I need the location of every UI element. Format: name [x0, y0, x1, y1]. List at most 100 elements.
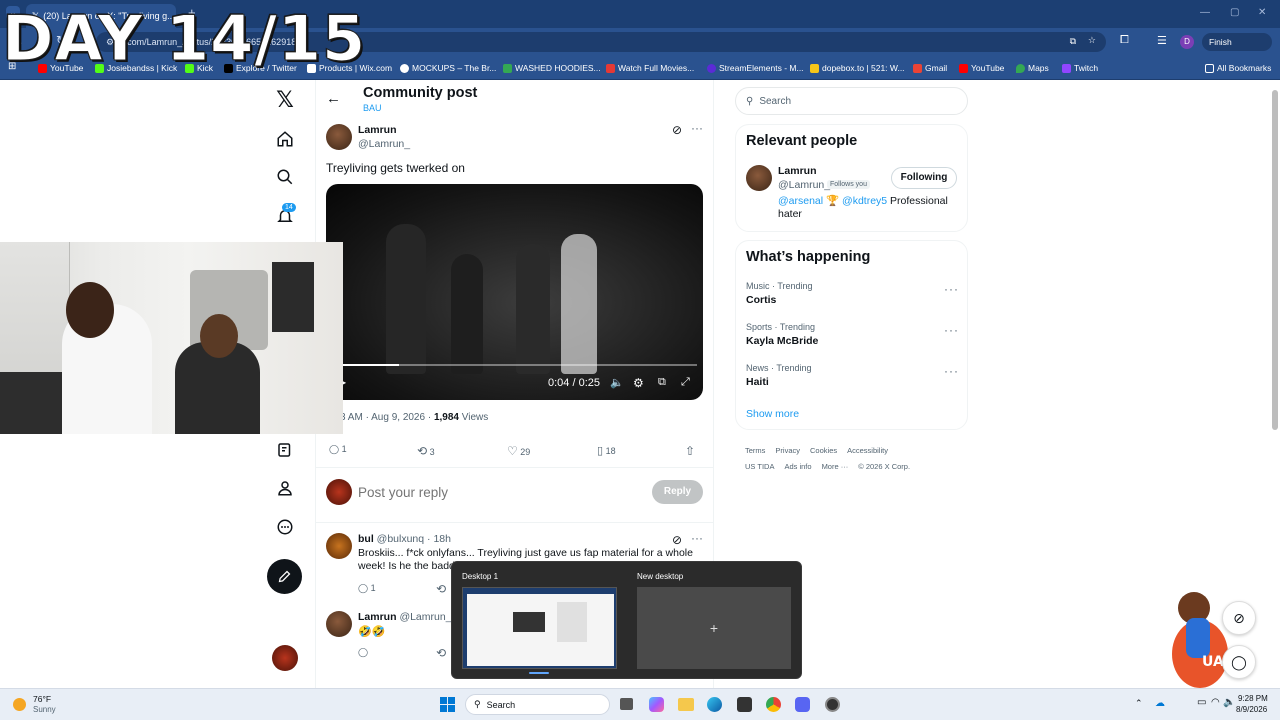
clock-time[interactable]: 9:28 PM	[1238, 694, 1268, 703]
reply-action[interactable]: ◯ 1	[329, 444, 347, 455]
notifications-bell-icon[interactable]: 14	[272, 203, 298, 229]
install-app-icon[interactable]: ⧉	[1070, 36, 1076, 47]
person-name[interactable]: Lamrun	[778, 165, 817, 177]
scrollbar-thumb[interactable]	[1272, 90, 1278, 430]
footer-more[interactable]: More ···	[822, 462, 849, 471]
page-scrollbar[interactable]	[1272, 82, 1278, 682]
reply-repost-icon[interactable]: ⟲	[436, 582, 446, 596]
taskbar-search[interactable]: ⚲ Search	[465, 694, 610, 715]
video-player[interactable]: ▶ 0:04 / 0:25 🔈 ⚙ ⧉ ⤢	[326, 184, 703, 400]
footer-cookies[interactable]: Cookies	[810, 446, 837, 455]
weather-temp[interactable]: 76°F	[33, 694, 51, 704]
footer-us-tida[interactable]: US TIDA	[745, 462, 774, 471]
reply-author-name[interactable]: bul	[358, 533, 374, 545]
maximize-window-button[interactable]: ▢	[1230, 7, 1239, 18]
bookmark-gmail[interactable]: Gmail	[913, 60, 947, 76]
reply-author-name[interactable]: Lamrun	[358, 611, 397, 623]
trend-name[interactable]: Kayla McBride	[746, 335, 818, 347]
discord-icon[interactable]	[795, 697, 810, 712]
share-icon[interactable]: ⇧	[685, 444, 695, 458]
more-circle-icon[interactable]	[272, 514, 298, 540]
footer-ads-info[interactable]: Ads info	[784, 462, 811, 471]
bookmark-washed[interactable]: WASHED HOODIES...	[503, 60, 601, 76]
store-icon[interactable]	[737, 697, 752, 712]
footer-accessibility[interactable]: Accessibility	[847, 446, 888, 455]
reply-avatar[interactable]	[326, 533, 352, 559]
repost-action[interactable]: ⟲ 3	[417, 444, 435, 458]
account-avatar[interactable]	[272, 645, 298, 671]
following-button[interactable]: Following	[891, 167, 957, 189]
bio-link-kdtrey5[interactable]: @kdtrey5	[842, 195, 887, 207]
x-logo-icon[interactable]: 𝕏	[272, 87, 298, 113]
chrome-icon[interactable]	[766, 697, 781, 712]
file-explorer-icon[interactable]	[678, 698, 694, 711]
fullscreen-icon[interactable]: ⤢	[681, 376, 690, 389]
grok-icon[interactable]: ⊘	[672, 533, 682, 547]
show-more-link[interactable]: Show more	[746, 408, 799, 420]
trend-more-icon[interactable]: ···	[944, 282, 959, 296]
home-icon[interactable]	[272, 126, 298, 152]
person-handle[interactable]: @Lamrun_	[778, 179, 830, 191]
trend-name[interactable]: Cortis	[746, 294, 776, 306]
tray-chevron-icon[interactable]: ⌃	[1135, 698, 1143, 709]
trend-name[interactable]: Haiti	[746, 376, 769, 388]
search-icon[interactable]	[272, 164, 298, 190]
reply-more-icon[interactable]: ···	[691, 531, 703, 545]
tray-onedrive-icon[interactable]: ☁	[1155, 698, 1165, 709]
all-bookmarks[interactable]: All Bookmarks	[1205, 60, 1271, 76]
person-avatar[interactable]	[746, 165, 772, 191]
trend-more-icon[interactable]: ···	[944, 364, 959, 378]
search-box[interactable]: ⚲ Search	[735, 87, 968, 115]
post-more-icon[interactable]: ···	[691, 121, 703, 135]
copilot-icon[interactable]	[649, 697, 664, 712]
obs-icon[interactable]	[825, 697, 840, 712]
footer-privacy[interactable]: Privacy	[775, 446, 800, 455]
tray-volume-icon[interactable]: 🔈	[1223, 697, 1235, 708]
clock-date[interactable]: 8/9/2026	[1236, 705, 1267, 714]
video-progress-track[interactable]	[342, 364, 697, 366]
profile-icon[interactable]	[272, 475, 298, 501]
new-desktop-button[interactable]: +	[637, 587, 791, 669]
author-name[interactable]: Lamrun	[358, 124, 397, 136]
finish-update-button[interactable]: Finish update⋮	[1202, 33, 1272, 65]
weather-sun-icon[interactable]	[13, 698, 26, 711]
bookmark-streamelements[interactable]: StreamElements - M...	[707, 60, 804, 76]
start-windows-icon[interactable]	[440, 697, 455, 712]
tray-wifi-icon[interactable]: ◠	[1211, 697, 1220, 708]
trend-more-icon[interactable]: ···	[944, 323, 959, 337]
reply-reply-action[interactable]: ◯ 1	[358, 583, 376, 594]
messages-floating-button[interactable]: ◯	[1222, 645, 1256, 679]
footer-terms[interactable]: Terms	[745, 446, 765, 455]
tray-network-icon[interactable]: ▭	[1197, 697, 1206, 708]
grok-icon[interactable]: ⊘	[672, 123, 682, 137]
author-avatar[interactable]	[326, 124, 352, 150]
extensions-icon[interactable]: ⧠	[1120, 34, 1129, 47]
bookmark-youtube-2[interactable]: YouTube	[959, 60, 1004, 76]
back-button[interactable]: ←	[326, 90, 341, 107]
communities-icon[interactable]	[272, 437, 298, 463]
profile-avatar[interactable]: D	[1180, 35, 1194, 49]
volume-icon[interactable]: 🔈	[610, 376, 624, 389]
reply-author-handle[interactable]: @Lamrun_ ·	[399, 611, 458, 623]
reply-input[interactable]	[358, 482, 638, 502]
post-timestamp[interactable]: 3 AM · Aug 9, 2026 ·	[340, 412, 434, 423]
reply-repost-icon[interactable]: ⟲	[436, 646, 446, 660]
bookmark-maps[interactable]: Maps	[1016, 60, 1049, 76]
like-action[interactable]: ♡ 29	[507, 444, 530, 458]
pip-icon[interactable]: ⧉	[658, 376, 666, 389]
settings-gear-icon[interactable]: ⚙	[633, 376, 644, 390]
desktop-1-thumbnail[interactable]	[462, 587, 617, 669]
minimize-window-button[interactable]: —	[1200, 7, 1210, 18]
edge-browser-icon[interactable]	[707, 697, 722, 712]
bookmark-mockups[interactable]: MOCKUPS – The Br...	[400, 60, 496, 76]
task-view-icon[interactable]	[620, 698, 633, 710]
bookmark-action[interactable]: ▯ 18	[597, 444, 616, 457]
bookmark-star-icon[interactable]: ☆	[1088, 35, 1096, 46]
bookmark-twitch[interactable]: Twitch	[1062, 60, 1098, 76]
compose-post-button[interactable]	[267, 559, 302, 594]
close-window-button[interactable]: ✕	[1258, 7, 1266, 18]
reply-reply-icon[interactable]: ◯	[358, 647, 368, 658]
bookmark-dopebox[interactable]: dopebox.to | 521: W...	[810, 60, 905, 76]
bookmark-movies[interactable]: Watch Full Movies...	[606, 60, 694, 76]
bio-link-arsenal[interactable]: @arsenal	[778, 195, 823, 207]
